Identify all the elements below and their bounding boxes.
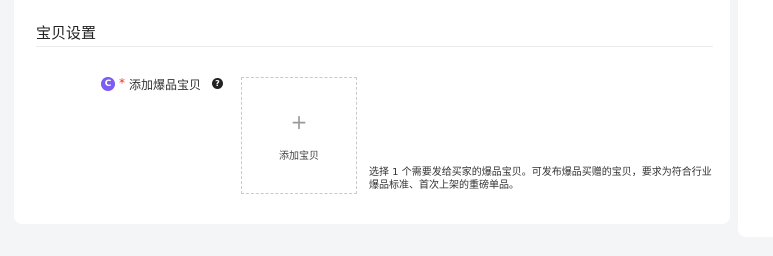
- plus-icon: +: [290, 110, 308, 134]
- section-divider: [36, 46, 713, 47]
- question-circle-icon[interactable]: ?: [212, 78, 223, 89]
- section-title: 宝贝设置: [36, 24, 97, 42]
- helper-text: 选择 1 个需要发给买家的爆品宝贝。可发布爆品买赠的宝贝，要求为符合行业爆品标准…: [369, 167, 712, 191]
- field-label: 添加爆品宝贝: [129, 78, 202, 92]
- c-badge-icon: C: [101, 77, 115, 91]
- side-panel: [738, 0, 773, 237]
- required-marker: *: [119, 76, 125, 90]
- add-item-label: 添加宝贝: [279, 151, 319, 162]
- add-item-button[interactable]: + 添加宝贝: [241, 77, 357, 194]
